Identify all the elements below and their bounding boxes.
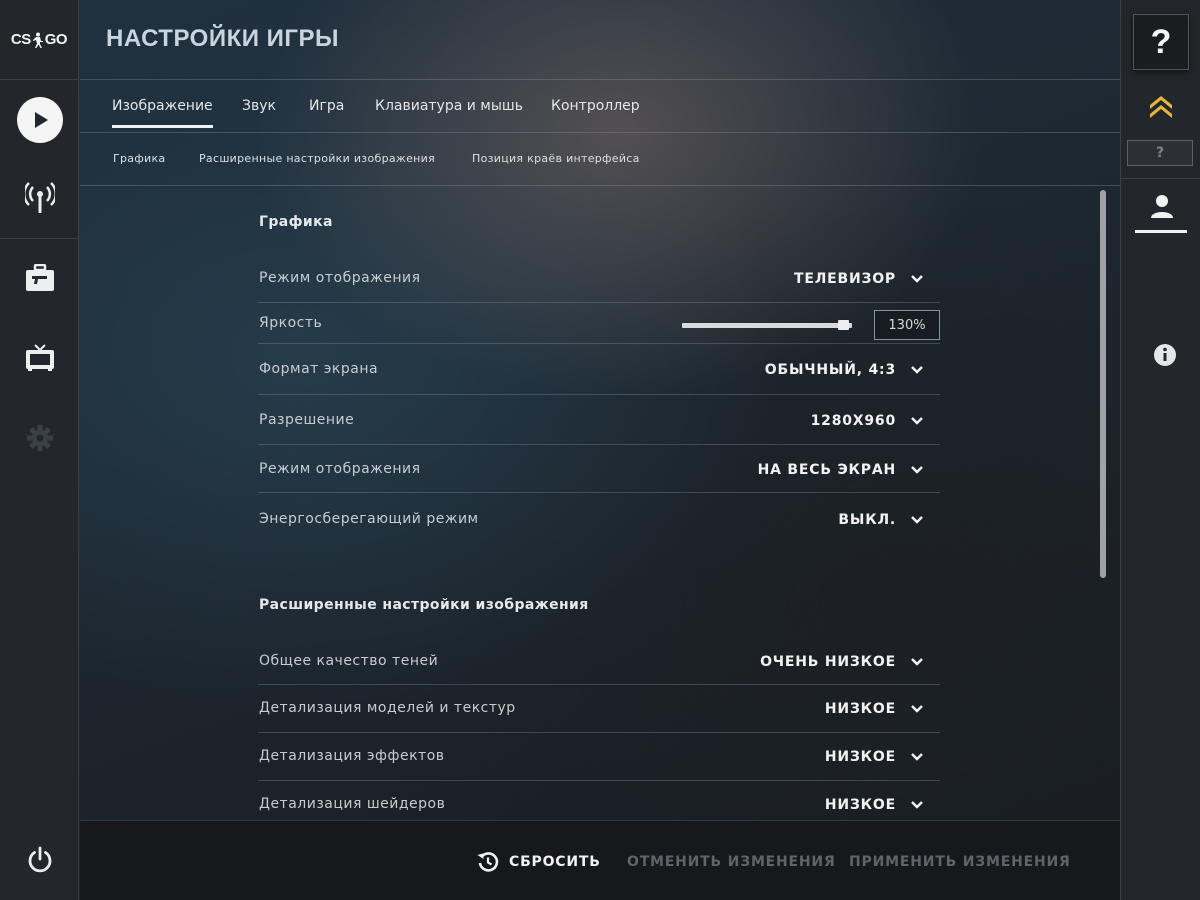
skill-group-badge[interactable]: ? bbox=[1127, 140, 1193, 166]
help-button[interactable]: ? bbox=[1133, 14, 1189, 70]
settings-scrollbar[interactable] bbox=[1100, 190, 1106, 578]
reset-label: СБРОСИТЬ bbox=[509, 854, 601, 870]
sub-tabs: Графика Расширенные настройки изображени… bbox=[80, 133, 1120, 186]
setting-row-resolution[interactable]: Разрешение 1280X960 bbox=[258, 395, 940, 445]
chevron-down-icon bbox=[911, 801, 923, 809]
profile-icon[interactable] bbox=[1150, 194, 1174, 220]
setting-label: Общее качество теней bbox=[259, 653, 439, 669]
nav-divider bbox=[0, 238, 79, 239]
logo-text-go: GO bbox=[44, 31, 68, 48]
section-title-graphics: Графика bbox=[259, 214, 333, 230]
setting-value: ВЫКЛ. bbox=[838, 512, 896, 528]
subtab-hud-edge-position[interactable]: Позиция краёв интерфейса bbox=[472, 152, 640, 165]
subtab-graphics[interactable]: Графика bbox=[113, 152, 165, 165]
setting-value: 1280X960 bbox=[810, 413, 896, 429]
power-icon bbox=[28, 846, 51, 873]
tab-game[interactable]: Игра bbox=[309, 98, 344, 128]
tv-icon bbox=[25, 344, 54, 371]
brightness-value-box[interactable]: 130% bbox=[874, 310, 940, 340]
tab-sound[interactable]: Звук bbox=[242, 98, 276, 128]
quit-button[interactable] bbox=[0, 830, 79, 890]
left-sidebar: CS GO bbox=[0, 0, 79, 900]
setting-value: ОБЫЧНЫЙ, 4:3 bbox=[764, 362, 896, 378]
header: НАСТРОЙКИ ИГРЫ bbox=[80, 0, 1120, 80]
setting-row-aspect-ratio[interactable]: Формат экрана ОБЫЧНЫЙ, 4:3 bbox=[258, 344, 940, 395]
chevron-down-icon bbox=[911, 466, 923, 474]
watch-tv-button[interactable] bbox=[0, 328, 79, 388]
setting-row-power-saving[interactable]: Энергосберегающий режим ВЫКЛ. bbox=[258, 493, 940, 545]
setting-value: НИЗКОЕ bbox=[824, 749, 896, 765]
setting-label: Детализация шейдеров bbox=[259, 796, 446, 812]
play-button[interactable] bbox=[0, 90, 79, 150]
csgo-logo[interactable]: CS GO bbox=[0, 0, 78, 80]
setting-label: Режим отображения bbox=[259, 461, 421, 477]
setting-label: Детализация эффектов bbox=[259, 748, 445, 764]
play-icon bbox=[16, 97, 63, 143]
setting-row-brightness: Яркость 130% bbox=[258, 303, 940, 344]
right-divider bbox=[1121, 178, 1200, 179]
setting-row-model-texture-detail[interactable]: Детализация моделей и текстур НИЗКОЕ bbox=[258, 685, 940, 733]
gear-icon bbox=[26, 425, 53, 451]
setting-value: НИЗКОЕ bbox=[824, 797, 896, 813]
brightness-slider-handle[interactable] bbox=[838, 320, 849, 330]
tab-image[interactable]: Изображение bbox=[112, 98, 213, 128]
setting-value: НИЗКОЕ bbox=[824, 701, 896, 717]
rank-chevron-icon bbox=[1150, 96, 1172, 118]
setting-value: НА ВЕСЬ ЭКРАН bbox=[757, 462, 896, 478]
info-icon[interactable] bbox=[1153, 343, 1177, 367]
chevron-down-icon bbox=[911, 658, 923, 666]
setting-value: ТЕЛЕВИЗОР bbox=[793, 271, 896, 287]
reset-button[interactable]: СБРОСИТЬ bbox=[476, 850, 601, 874]
inventory-button[interactable] bbox=[0, 248, 79, 308]
setting-label: Разрешение bbox=[259, 412, 355, 428]
counter-terrorist-figure-icon bbox=[32, 32, 43, 48]
settings-button[interactable] bbox=[0, 408, 79, 468]
setting-label: Формат экрана bbox=[259, 361, 379, 377]
brightness-slider[interactable] bbox=[682, 323, 852, 328]
tab-controller[interactable]: Контроллер bbox=[551, 98, 640, 128]
setting-label: Режим отображения bbox=[259, 270, 421, 286]
inventory-icon bbox=[25, 264, 54, 291]
setting-value: ОЧЕНЬ НИЗКОЕ bbox=[760, 654, 896, 670]
setting-label: Энергосберегающий режим bbox=[259, 511, 479, 527]
setting-label: Яркость bbox=[259, 315, 323, 331]
footer-actions: СБРОСИТЬ ОТМЕНИТЬ ИЗМЕНЕНИЯ ПРИМЕНИТЬ ИЗ… bbox=[80, 820, 1120, 900]
reset-history-icon bbox=[477, 852, 499, 872]
section-title-advanced-video: Расширенные настройки изображения bbox=[259, 597, 589, 613]
right-sidebar: ? ? bbox=[1120, 0, 1200, 900]
chevron-down-icon bbox=[911, 516, 923, 524]
setting-row-window-mode[interactable]: Режим отображения НА ВЕСЬ ЭКРАН bbox=[258, 445, 940, 493]
watch-broadcast-button[interactable] bbox=[0, 168, 79, 228]
setting-label: Детализация моделей и текстур bbox=[259, 700, 516, 716]
profile-active-indicator bbox=[1135, 230, 1187, 233]
cancel-changes-button[interactable]: ОТМЕНИТЬ ИЗМЕНЕНИЯ bbox=[627, 854, 836, 870]
chevron-down-icon bbox=[911, 417, 923, 425]
chevron-down-icon bbox=[911, 753, 923, 761]
tab-keyboard-mouse[interactable]: Клавиатура и мышь bbox=[375, 98, 523, 128]
chevron-down-icon bbox=[911, 275, 923, 283]
setting-row-effect-detail[interactable]: Детализация эффектов НИЗКОЕ bbox=[258, 733, 940, 781]
chevron-down-icon bbox=[911, 366, 923, 374]
broadcast-icon bbox=[24, 182, 55, 213]
setting-row-shadow-quality[interactable]: Общее качество теней ОЧЕНЬ НИЗКОЕ bbox=[258, 638, 940, 685]
chevron-down-icon bbox=[911, 705, 923, 713]
main-tabs: Изображение Звук Игра Клавиатура и мышь … bbox=[80, 80, 1120, 133]
apply-changes-button[interactable]: ПРИМЕНИТЬ ИЗМЕНЕНИЯ bbox=[849, 854, 1071, 870]
page-title: НАСТРОЙКИ ИГРЫ bbox=[106, 25, 339, 52]
setting-row-display-mode[interactable]: Режим отображения ТЕЛЕВИЗОР bbox=[258, 255, 940, 303]
logo-text-cs: CS bbox=[10, 31, 31, 48]
subtab-advanced-video[interactable]: Расширенные настройки изображения bbox=[199, 152, 435, 165]
